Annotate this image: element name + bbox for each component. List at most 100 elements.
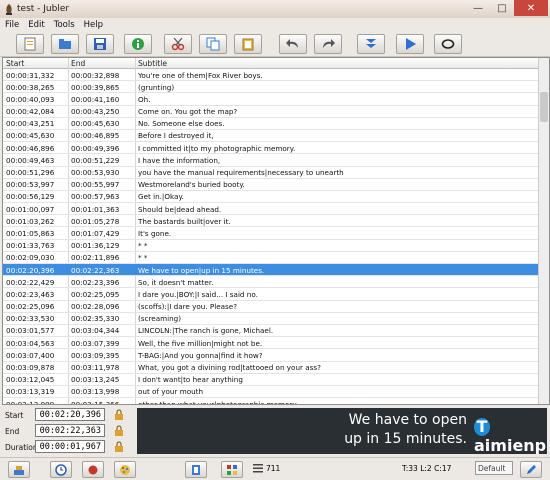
table-row[interactable]: 00:02:09,030 00:02:11,896 * * — [3, 252, 538, 264]
timing-editor: Start 00:02:20,396 End 00:02:22,363 Dura… — [2, 406, 132, 456]
redo-button[interactable] — [314, 34, 342, 54]
table-row[interactable]: 00:00:40,093 00:00:41,160 Oh. — [3, 93, 538, 106]
start-time-field[interactable]: 00:02:20,396 — [35, 408, 105, 421]
title-bar: test - Jubler — □ ✕ — [0, 0, 550, 19]
subtitle-cell: T-BAG:|And you gonna|find it how? — [138, 350, 263, 360]
end-cell: 00:03:09,395 — [71, 350, 120, 360]
table-row[interactable]: 00:03:13,319 00:03:13,998 out of your mout… — [3, 386, 538, 399]
column-subtitle[interactable]: Subtitle — [138, 59, 167, 68]
lock-icon[interactable] — [114, 409, 124, 420]
end-row: End 00:02:22,363 — [2, 424, 132, 438]
tools-button[interactable] — [8, 461, 30, 478]
grid-button[interactable] — [221, 461, 243, 478]
menu-edit[interactable]: Edit — [23, 18, 48, 31]
end-cell: 00:00:55,997 — [71, 180, 120, 190]
start-cell: 00:00:49,463 — [6, 155, 55, 165]
save-button[interactable] — [86, 34, 114, 54]
cut-button[interactable] — [164, 34, 192, 54]
table-row[interactable]: 00:00:49,463 00:00:51,229 I have the infor… — [3, 154, 538, 167]
start-cell: 00:00:40,093 — [6, 94, 55, 104]
table-row[interactable]: 00:00:56,129 00:00:57,963 Get in.|Okay. — [3, 191, 538, 204]
table-row[interactable]: 00:02:22,429 00:02:23,396 So, it doesn't m… — [3, 276, 538, 289]
start-cell: 00:03:07,400 — [6, 350, 55, 360]
subtitle-cell: LINCOLN:|The ranch is gone, Michael. — [138, 326, 274, 336]
table-row[interactable]: 00:01:33,763 00:01:36,129 * * — [3, 240, 538, 252]
window-title: test - Jubler — [17, 4, 70, 14]
menu-file[interactable]: File — [0, 18, 23, 31]
edit-style-button[interactable] — [520, 461, 542, 478]
end-cell: 00:01:36,129 — [71, 241, 120, 251]
table-row[interactable]: 00:01:00,097 00:01:01,363 Should be|dead a… — [3, 203, 538, 216]
duration-field[interactable]: 00:00:01,967 — [35, 440, 105, 453]
subtitle-cell: you have the manual requirements|necessa… — [138, 168, 344, 177]
table-row[interactable]: 00:00:42,084 00:00:43,250 Come on. You got… — [3, 106, 538, 118]
time-button[interactable] — [50, 461, 72, 478]
copy-button[interactable] — [199, 34, 227, 54]
style-select[interactable]: Default — [475, 461, 513, 475]
close-button[interactable]: ✕ — [514, 0, 548, 16]
new-button[interactable] — [16, 34, 44, 54]
grid-icon — [227, 464, 237, 475]
lock-icon[interactable] — [114, 441, 124, 452]
preview-line-1: We have to open — [348, 412, 467, 428]
table-row[interactable]: 00:00:46,896 00:00:49,396 I committed it|t… — [3, 142, 538, 155]
end-cell: 00:00:39,865 — [71, 82, 120, 92]
maximize-button[interactable]: □ — [490, 0, 514, 16]
menu-bar: File Edit Tools Help — [0, 18, 550, 31]
vertical-scrollbar[interactable] — [538, 58, 549, 404]
start-cell: 00:01:00,097 — [6, 204, 55, 214]
paste-button[interactable] — [234, 34, 262, 54]
start-cell: 00:03:13,319 — [6, 387, 55, 397]
table-row[interactable]: 00:03:01,577 00:03:04,344 LINCOLN:|The ran… — [3, 325, 538, 338]
lock-icon[interactable] — [114, 425, 124, 436]
menu-tools[interactable]: Tools — [49, 18, 79, 31]
end-time-field[interactable]: 00:02:22,363 — [35, 424, 105, 437]
end-cell: 00:00:45,630 — [71, 119, 120, 129]
start-cell: 00:02:33,530 — [6, 314, 55, 324]
column-start[interactable]: Start — [6, 59, 24, 68]
record-button[interactable] — [82, 461, 104, 478]
start-cell: 00:03:04,563 — [6, 338, 55, 348]
table-row[interactable]: 00:01:05,863 00:01:07,429 It's gone. — [3, 227, 538, 240]
table-row[interactable]: 00:03:04,563 00:03:07,399 Well, the five m… — [3, 337, 538, 350]
table-row[interactable]: 00:00:53,997 00:00:55,997 Westmoreland's b… — [3, 179, 538, 191]
table-row[interactable]: 00:00:38,265 00:00:39,865 (grunting) — [3, 81, 538, 94]
scrollbar-thumb[interactable] — [540, 92, 548, 122]
start-cell: 00:01:05,863 — [6, 228, 55, 238]
start-cell: 00:00:38,265 — [6, 82, 55, 92]
loop-button[interactable] — [434, 34, 462, 54]
table-row[interactable]: 00:03:09,878 00:03:11,978 What, you got a … — [3, 362, 538, 374]
start-cell: 00:00:56,129 — [6, 192, 55, 202]
subtitle-cell: (grunting) — [138, 82, 175, 92]
start-cell: 00:00:53,997 — [6, 180, 55, 190]
sort-down-button[interactable] — [357, 34, 385, 54]
undo-button[interactable] — [279, 34, 307, 54]
open-button[interactable] — [51, 34, 79, 54]
table-row[interactable]: 00:02:23,463 00:02:25,095 I dare you.|BOY:… — [3, 288, 538, 301]
table-row[interactable]: 00:03:12,045 00:03:13,245 I don't want|to … — [3, 374, 538, 386]
table-row[interactable]: 00:02:33,530 00:02:35,330 (screaming) — [3, 313, 538, 325]
minimize-button[interactable]: — — [466, 0, 490, 16]
start-cell: 00:02:22,429 — [6, 277, 55, 287]
table-row[interactable]: 00:00:51,296 00:00:53,930 you have the man… — [3, 167, 538, 179]
menu-help[interactable]: Help — [79, 18, 107, 31]
style-editor-button[interactable] — [114, 461, 136, 478]
table-row[interactable]: 00:01:03,262 00:01:05,278 The bastards bui… — [3, 215, 538, 228]
table-row[interactable]: 00:03:13,999 00:03:15,366 other than what … — [3, 398, 538, 404]
table-row[interactable]: 00:02:25,096 00:02:28,096 (scoffs):|I dare… — [3, 301, 538, 313]
subtitle-cell: Come on. You got the map? — [138, 107, 238, 117]
subtitle-cell: * * — [138, 253, 148, 263]
translate-button[interactable] — [185, 461, 207, 478]
table-row[interactable]: 00:02:20,396 00:02:22,363 We have to open|… — [3, 264, 538, 277]
info-button[interactable] — [124, 34, 152, 54]
status-bar: 711 T:33 L:2 C:17 Default — [0, 457, 550, 480]
subtitle-cell: The bastards built|over it. — [138, 216, 231, 226]
table-row[interactable]: 00:03:07,400 00:03:09,395 T-BAG:|And you g… — [3, 349, 538, 362]
column-end[interactable]: End — [71, 59, 85, 68]
end-cell: 00:00:43,250 — [71, 107, 120, 117]
subtitle-cell: Should be|dead ahead. — [138, 204, 222, 214]
play-button[interactable] — [396, 34, 424, 54]
table-row[interactable]: 00:00:31,332 00:00:32,898 You're one of th… — [3, 69, 538, 82]
table-row[interactable]: 00:00:45,630 00:00:46,895 Before I destroy… — [3, 130, 538, 143]
table-row[interactable]: 00:00:43,251 00:00:45,630 No. Someone else… — [3, 118, 538, 130]
